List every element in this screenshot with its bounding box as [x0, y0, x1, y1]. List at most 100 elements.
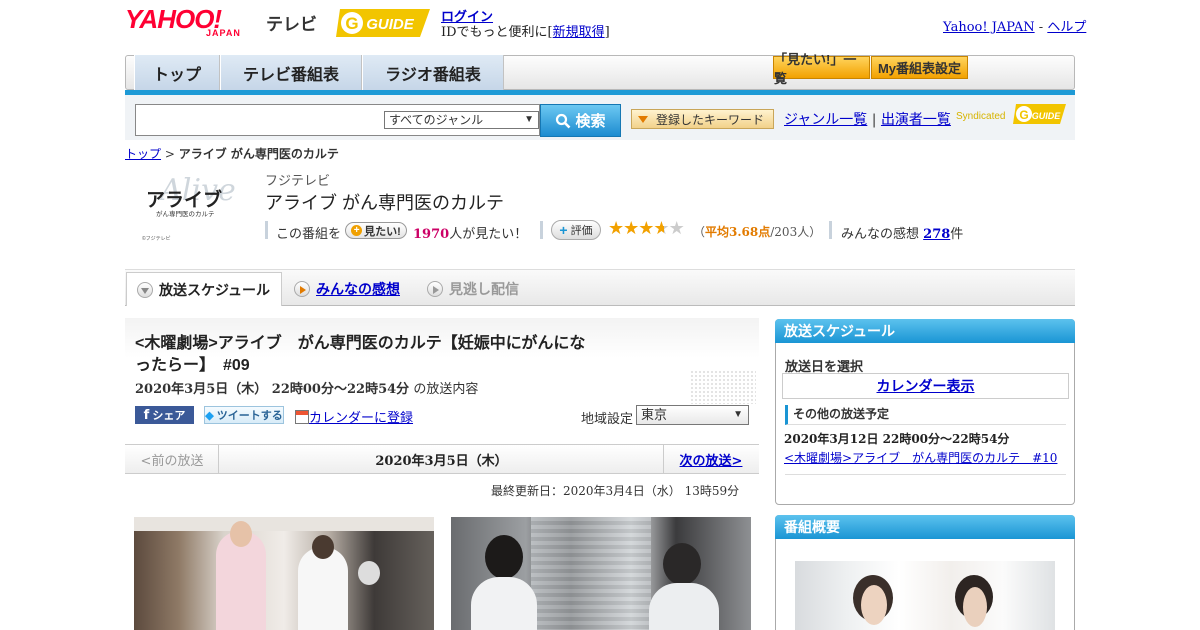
region-select[interactable]: 東京 ▼	[636, 405, 749, 425]
cast-list-link[interactable]: 出演者一覧	[881, 112, 951, 128]
tab-schedule-label: 放送スケジュール	[159, 281, 271, 298]
mitai-button-label: 見たい!	[364, 225, 401, 238]
facebook-icon: f	[143, 407, 150, 423]
episode-datetime-suffix: の放送内容	[413, 382, 479, 397]
signup-link[interactable]: 新規取得	[553, 25, 605, 40]
search-button[interactable]: 検索	[540, 104, 621, 137]
plus-icon: +	[559, 222, 568, 238]
tv-label: テレビ	[266, 15, 317, 34]
next-broadcast-link[interactable]: 次の放送>	[680, 450, 743, 469]
syndicated-label: Syndicated	[956, 111, 1006, 122]
mitai-prefix: この番組を	[276, 227, 342, 242]
mitai-button[interactable]: + 見たい!	[345, 222, 407, 239]
nav-tab-tv-schedule[interactable]: テレビ番組表	[220, 55, 362, 90]
divider	[540, 221, 543, 239]
star-full-icon: ★	[623, 218, 639, 239]
genre-cast-divider: |	[871, 112, 877, 128]
reviews-summary: みんなの感想 278件	[841, 223, 963, 242]
star-partial-icon: ★	[653, 218, 669, 239]
divider	[265, 221, 268, 239]
region-label: 地域設定	[581, 412, 634, 427]
episode-photo-2	[451, 517, 751, 630]
reviews-suffix: 件	[950, 227, 964, 242]
pager-current-date: 2020年3月5日（木）	[375, 453, 508, 469]
rating-summary: （平均3.68点/203人）	[693, 223, 821, 240]
calendar-view-button[interactable]: カレンダー表示	[782, 373, 1069, 399]
rating-people: /203人）	[770, 225, 822, 239]
dot-pattern	[690, 370, 756, 404]
chevron-down-icon	[137, 281, 153, 298]
svg-text:©フジテレビ: ©フジテレビ	[142, 235, 171, 242]
episode-title: <木曜劇場>アライブ がん専門医のカルテ【妊娠中にがんになったらー】 #09	[135, 335, 586, 374]
genre-select[interactable]: すべてのジャンル ▼	[384, 111, 539, 129]
search-icon	[556, 113, 571, 128]
nav-tab-radio-schedule[interactable]: ラジオ番組表	[362, 55, 504, 90]
dropdown-triangle-icon	[638, 115, 648, 123]
svg-text:G: G	[345, 14, 358, 33]
gguide-logo-text: GUIDE	[366, 16, 415, 33]
nav-tab-top[interactable]: トップ	[134, 55, 220, 90]
episode-datetime: 2020年3月5日（木） 22時00分～22時54分 の放送内容	[135, 378, 478, 397]
program-overview-photo	[795, 561, 1055, 630]
gguide-logo[interactable]: G GUIDE	[334, 6, 434, 40]
mitai-suffix: 人が見たい！	[449, 227, 528, 242]
reviews-count-link[interactable]: 278	[923, 227, 950, 242]
calendar-register-link[interactable]: カレンダーに登録	[309, 411, 413, 426]
reviews-label: みんなの感想	[841, 227, 920, 242]
header-link-separator: -	[1038, 20, 1044, 35]
tab-vod: 見逃し配信	[427, 272, 519, 306]
genre-select-value: すべてのジャンル	[389, 113, 484, 127]
breadcrumb: トップ > アライブ がん専門医のカルテ	[125, 145, 339, 162]
mitai-list-button[interactable]: 「見たい!」一覧	[773, 52, 870, 86]
my-schedule-settings-button[interactable]: My番組表設定	[871, 56, 968, 79]
header-links: Yahoo! JAPAN - ヘルプ	[943, 16, 1086, 35]
search-button-label: 検索	[575, 113, 606, 130]
calendar-register[interactable]: カレンダーに登録	[295, 407, 413, 426]
help-link[interactable]: ヘルプ	[1047, 20, 1086, 35]
star-empty-icon: ★	[668, 218, 685, 239]
other-schedule-link[interactable]: <木曜劇場>アライブ がん専門医のカルテ #10	[784, 449, 1057, 466]
login-subtext: IDでもっと便利に[新規取得]	[441, 21, 610, 40]
genre-cast-links: ジャンル一覧 | 出演者一覧	[784, 109, 951, 129]
twitter-tweet-button[interactable]: ◆ ツイートする	[204, 406, 284, 424]
divider	[829, 221, 832, 239]
episode-datetime-value: 2020年3月5日（木） 22時00分～22時54分	[135, 382, 410, 397]
tab-vod-label: 見逃し配信	[449, 281, 519, 297]
twitter-bird-icon: ◆	[205, 409, 214, 422]
sidebar-overview-header: 番組概要	[775, 515, 1075, 539]
mitai-count: 1970	[413, 227, 450, 242]
rating-open: （	[693, 225, 706, 239]
svg-text:GUIDE: GUIDE	[1032, 111, 1062, 121]
tab-reviews[interactable]: みんなの感想	[294, 272, 400, 306]
registered-keyword-button[interactable]: 登録したキーワード	[631, 109, 774, 129]
rating-button-label: 評価	[570, 225, 593, 237]
other-schedule-date: 2020年3月12日 22時00分～22時54分	[784, 432, 1010, 446]
registered-keyword-label: 登録したキーワード	[656, 112, 765, 127]
plus-icon: +	[351, 225, 363, 236]
episode-photo-1	[134, 517, 434, 630]
breadcrumb-top-link[interactable]: トップ	[125, 147, 161, 161]
calendar-icon	[295, 410, 309, 424]
dropdown-arrow-icon: ▼	[733, 409, 743, 420]
rating-button[interactable]: + 評価	[551, 220, 601, 240]
facebook-share-label: シェア	[152, 410, 186, 422]
facebook-share-button[interactable]: f シェア	[135, 406, 194, 424]
region-select-value: 東京	[641, 407, 668, 422]
yahoo-japan-link[interactable]: Yahoo! JAPAN	[943, 20, 1035, 35]
next-broadcast-cell: 次の放送>	[663, 445, 758, 473]
genre-list-link[interactable]: ジャンル一覧	[784, 112, 867, 128]
svg-text:アライブ: アライブ	[146, 188, 222, 211]
svg-text:がん専門医のカルテ: がん専門医のカルテ	[156, 209, 215, 218]
station-name: フジテレビ	[265, 173, 331, 188]
tab-schedule[interactable]: 放送スケジュール	[126, 272, 282, 306]
program-title: アライブ がん専門医のカルテ	[265, 193, 504, 213]
star-full-icon: ★	[608, 218, 624, 239]
twitter-tweet-label: ツイートする	[216, 410, 283, 422]
dropdown-arrow-icon: ▼	[524, 114, 534, 125]
tab-reviews-label[interactable]: みんなの感想	[316, 279, 400, 299]
calendar-view-link[interactable]: カレンダー表示	[877, 376, 975, 396]
login-sub-suffix: ]	[604, 25, 610, 40]
play-arrow-icon	[294, 281, 310, 297]
breadcrumb-current: アライブ がん専門医のカルテ	[178, 147, 339, 161]
rating-average: 平均3.68点	[705, 225, 771, 239]
